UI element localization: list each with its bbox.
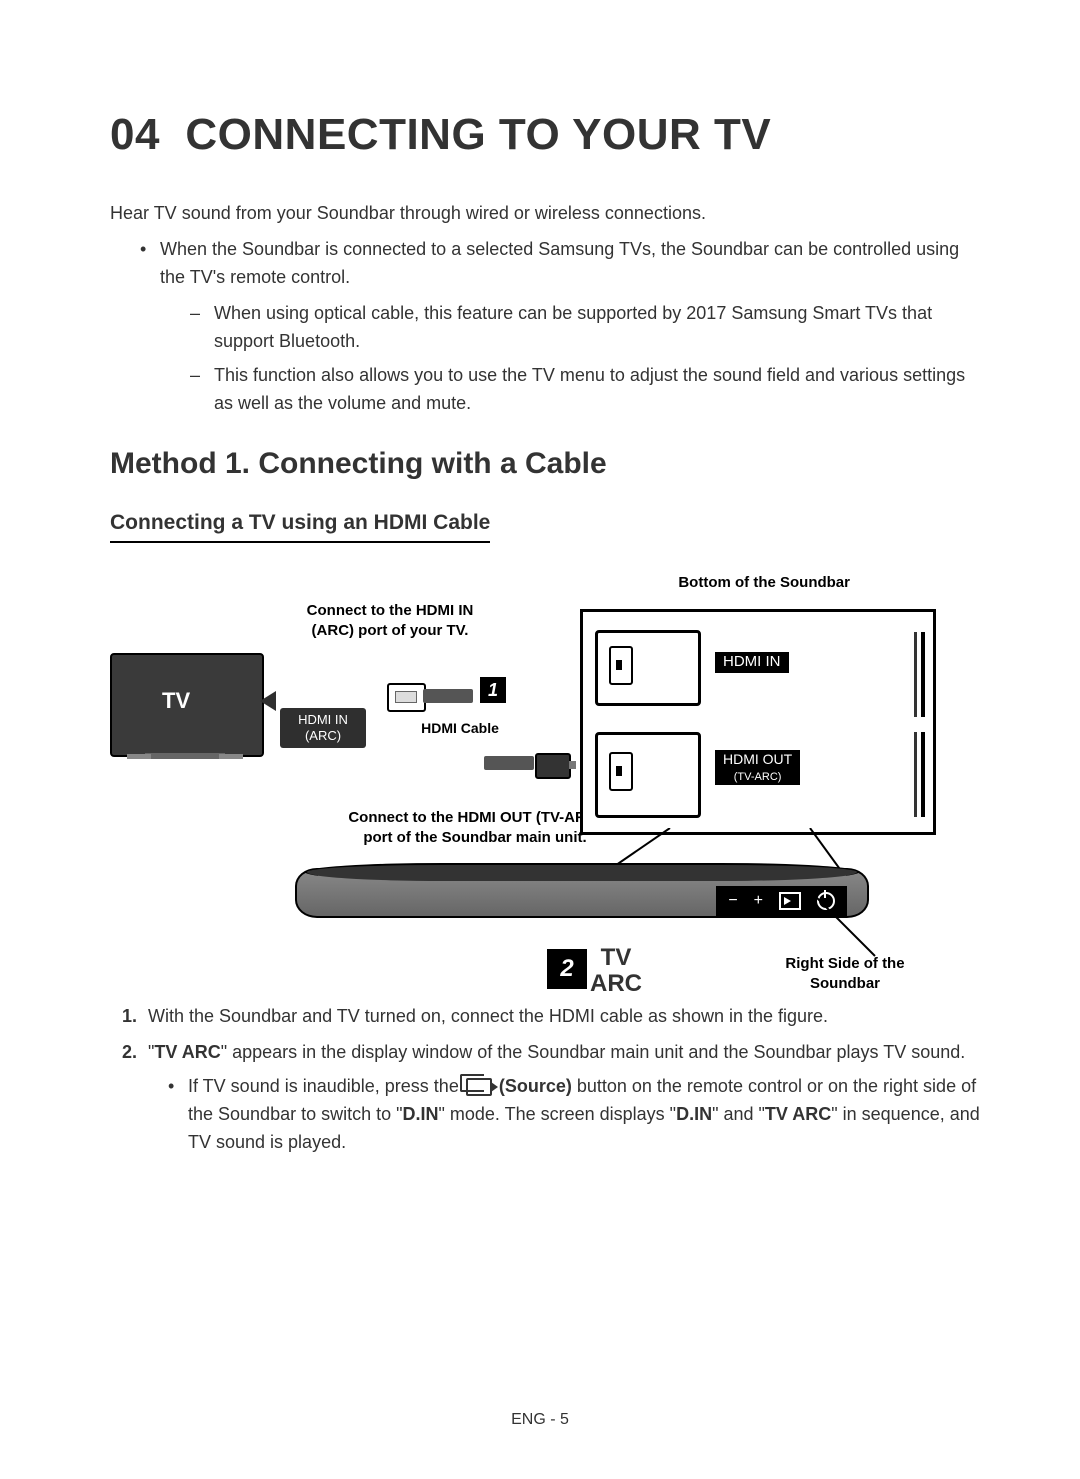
steps-list: With the Soundbar and TV turned on, conn… [110,1003,980,1156]
subsection-heading: Connecting a TV using an HDMI Cable [110,511,490,543]
step-marker-1: 1 [480,677,506,703]
panel-detail [921,632,925,717]
din-bold: D.IN [676,1104,712,1124]
step-item: With the Soundbar and TV turned on, conn… [110,1003,980,1031]
soundbar-top-edge [305,863,859,881]
intro-text: Hear TV sound from your Soundbar through… [110,200,980,226]
list-item: When the Soundbar is connected to a sele… [140,236,980,417]
chapter-title: CONNECTING TO YOUR TV [185,110,771,159]
panel-detail [914,632,917,717]
step-marker-2: 2 [547,949,587,989]
label-line: (ARC) [305,728,341,743]
label-line: Connect to the HDMI OUT (TV-ARC) [348,809,601,826]
sub-bullet-list: If TV sound is inaudible, press the (Sou… [148,1073,980,1157]
hdmi-port-icon [609,752,633,791]
soundbar-connect-label: Connect to the HDMI OUT (TV-ARC) port of… [335,808,615,847]
hdmi-plug-icon [535,753,571,779]
source-icon [779,892,801,910]
connection-diagram: Bottom of the Soundbar Connect to the HD… [110,573,970,993]
panel-detail [921,732,925,817]
label-line: port of the Soundbar main unit. [363,829,586,846]
tv-label: TV [162,688,190,714]
label-line: Soundbar [810,975,880,992]
tv-port-label: HDMI IN (ARC) [280,708,366,747]
panel-detail [914,732,917,817]
soundbar-bottom-label: Bottom of the Soundbar [678,573,850,593]
label-line: Right Side of the [785,955,904,972]
tv-connect-label: Connect to the HDMI IN (ARC) port of you… [280,601,500,640]
list-item: When using optical cable, this feature c… [190,300,980,356]
source-bold: (Source) [494,1076,572,1096]
soundbar-bottom-panel: HDMI IN HDMI OUT (TV-ARC) [580,609,936,835]
din-bold: D.IN [403,1104,439,1124]
label-line: Connect to the HDMI IN [307,602,474,619]
text: " mode. The screen displays " [439,1104,677,1124]
label-line: HDMI OUT [723,751,792,767]
label-line: (TV-ARC) [734,771,782,783]
arrow-icon [260,691,276,711]
chapter-heading: 04 CONNECTING TO YOUR TV [110,110,980,160]
label-line: HDMI IN [298,712,348,727]
hdmi-plug-icon [387,683,426,712]
cable-segment [423,689,473,703]
list-item: This function also allows you to use the… [190,362,980,418]
chapter-number: 04 [110,110,160,159]
minus-icon: − [728,892,737,910]
hdmi-out-label: HDMI OUT (TV-ARC) [715,750,800,785]
method-heading: Method 1. Connecting with a Cable [110,447,980,481]
text: " appears in the display window of the S… [221,1042,966,1062]
bullet-text: When the Soundbar is connected to a sele… [160,239,959,287]
tv-stand [145,753,225,759]
step-item: "TV ARC" appears in the display window o… [110,1039,980,1157]
list-item: If TV sound is inaudible, press the (Sou… [168,1073,980,1157]
plus-icon: + [754,892,763,910]
page-footer: ENG - 5 [0,1411,1080,1429]
tv-arc-bold: TV ARC [154,1042,220,1062]
cable-segment [484,756,534,770]
source-icon [466,1078,492,1096]
tv-arc-bold: TV ARC [765,1104,831,1124]
tv-arc-display: TV ARC [590,945,642,995]
hdmi-port-icon [609,646,633,685]
dash-sublist: When using optical cable, this feature c… [160,300,980,418]
right-side-label: Right Side of the Soundbar [770,954,920,993]
label-line: (ARC) port of your TV. [312,622,469,639]
hdmi-in-label: HDMI IN [715,652,789,673]
intro-bullet-list: When the Soundbar is connected to a sele… [110,236,980,417]
label-line: TV [601,944,632,971]
text: If TV sound is inaudible, press the [188,1076,464,1096]
text: " and " [712,1104,765,1124]
label-line: ARC [590,970,642,997]
hdmi-cable-label: HDMI Cable [400,719,520,737]
